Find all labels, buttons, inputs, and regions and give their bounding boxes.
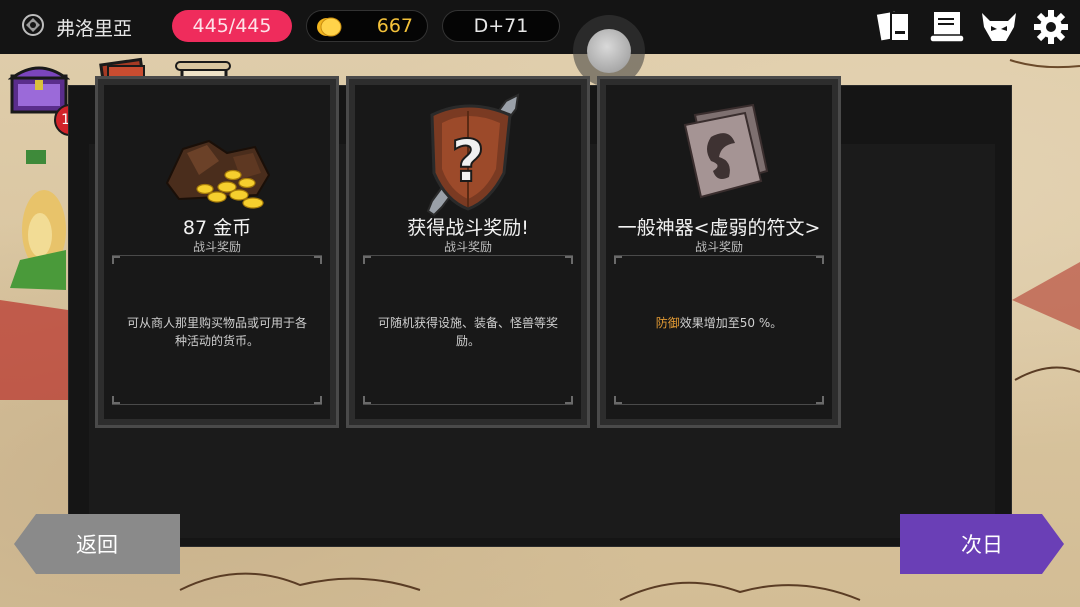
reward-card-battle[interactable]: ? 获得战斗奖励! 战斗奖励 可随机获得设施、装备、怪兽等奖 励。 xyxy=(346,76,590,428)
next-day-button[interactable]: 次日 xyxy=(900,514,1064,574)
card-title: 获得战斗奖励! xyxy=(407,217,529,239)
gold-coin-icon xyxy=(315,16,343,43)
card-description: 防御效果增加至50 %。 xyxy=(655,316,783,330)
hp-display: 445/445 xyxy=(172,10,292,42)
rune-stone-icon xyxy=(649,91,789,221)
card-title: 一般神器<虚弱的符文> xyxy=(617,217,821,239)
gold-amount: 667 xyxy=(376,15,413,37)
demon-mask-icon[interactable] xyxy=(980,8,1018,46)
location-name: 弗洛里亞 xyxy=(56,17,133,40)
card-description: 可随机获得设施、装备、怪兽等奖 励。 xyxy=(377,316,558,348)
cards-icon[interactable] xyxy=(876,8,914,46)
card-description-box: 防御效果增加至50 %。 xyxy=(614,255,824,405)
card-description: 可从商人那里购买物品或可用于各 种活动的货币。 xyxy=(126,316,307,348)
joystick-knob[interactable] xyxy=(587,29,631,73)
card-description-box: 可随机获得设施、装备、怪兽等奖 励。 xyxy=(363,255,573,405)
gold-ore-icon xyxy=(147,91,287,221)
top-status-bar: 弗洛里亞 445/445 667 D+71 xyxy=(0,0,1080,54)
day-counter: D+71 xyxy=(442,10,560,42)
gold-display: 667 xyxy=(306,10,428,42)
svg-text:?: ? xyxy=(451,127,485,195)
location-display: 弗洛里亞 xyxy=(20,12,132,42)
map-character-sprite xyxy=(0,140,68,400)
card-subtitle: 战斗奖励 xyxy=(443,240,492,254)
location-icon xyxy=(20,12,46,42)
back-button[interactable]: 返回 xyxy=(14,514,180,574)
reward-card-artifact[interactable]: 一般神器<虚弱的符文> 战斗奖励 防御效果增加至50 %。 xyxy=(597,76,841,428)
inventory-chest-button[interactable]: 17 xyxy=(7,56,86,136)
card-description-box: 可从商人那里购买物品或可用于各 种活动的货币。 xyxy=(112,255,322,405)
gear-icon[interactable] xyxy=(1032,8,1070,46)
reward-card-gold[interactable]: 87 金币 战斗奖励 可从商人那里购买物品或可用于各 种活动的货币。 xyxy=(95,76,339,428)
mystery-shield-icon: ? xyxy=(398,91,538,221)
scroll-icon[interactable] xyxy=(928,8,966,46)
card-title: 87 金币 xyxy=(182,217,252,239)
card-subtitle: 战斗奖励 xyxy=(694,240,743,254)
stat-highlight: 防御 xyxy=(655,316,680,330)
card-subtitle: 战斗奖励 xyxy=(192,240,241,254)
